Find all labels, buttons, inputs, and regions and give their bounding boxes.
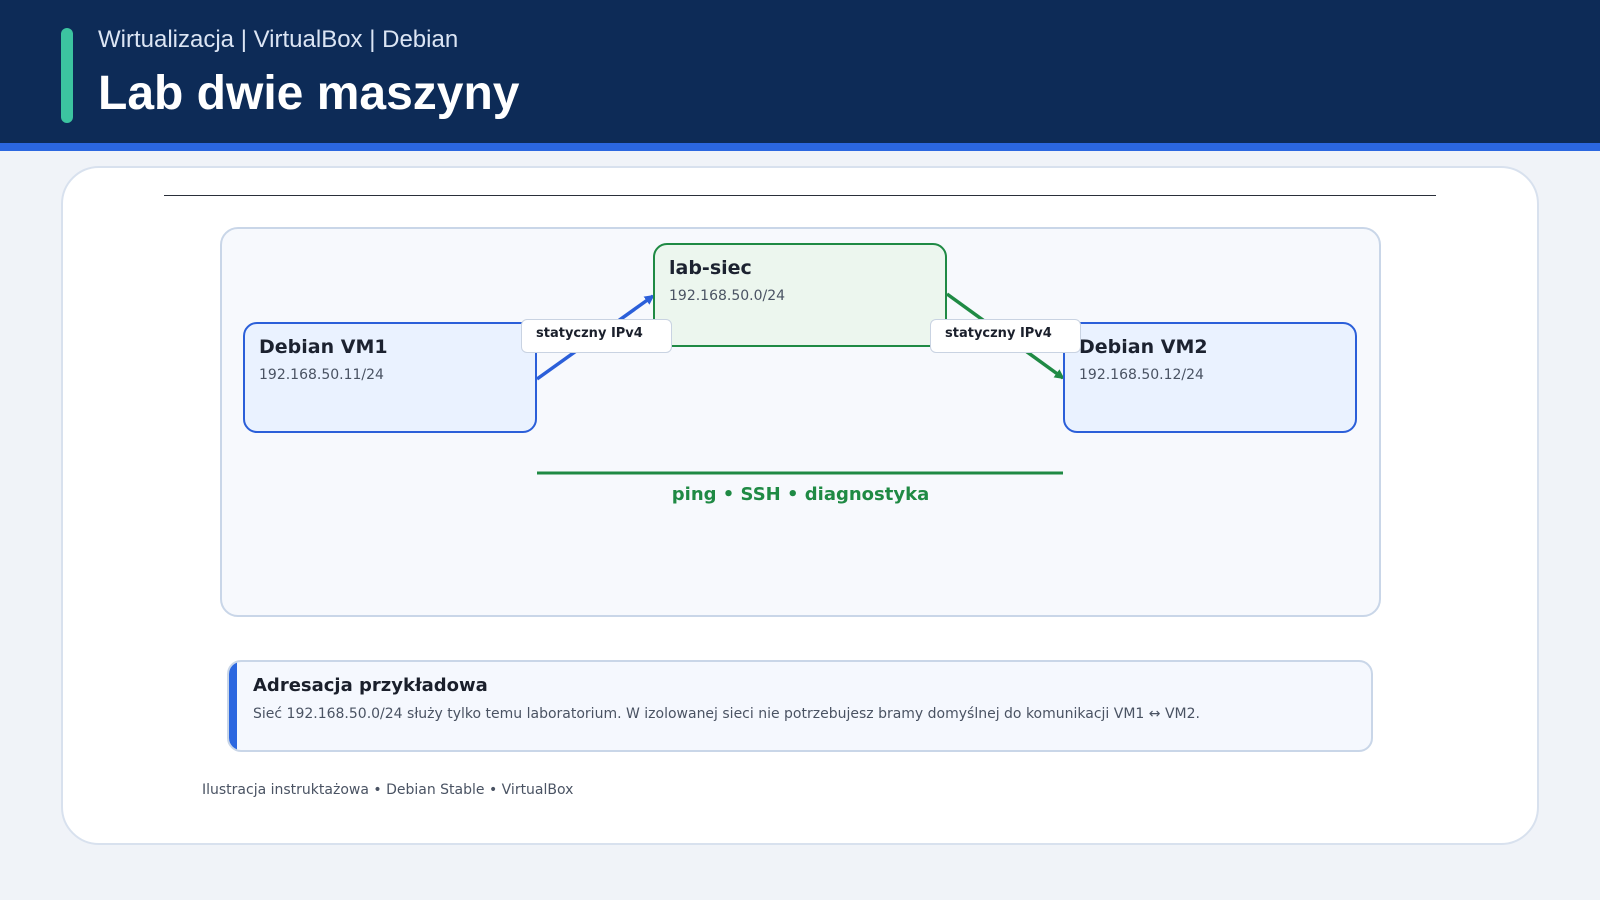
header-accent-bar	[61, 28, 73, 123]
vm2-title: Debian VM2	[1079, 336, 1208, 358]
vm1-ip: 192.168.50.11/24	[259, 367, 384, 383]
note-title: Adresacja przykładowa	[253, 675, 488, 696]
addressing-note: Adresacja przykładowa Sieć 192.168.50.0/…	[227, 660, 1373, 752]
divider	[164, 195, 1436, 196]
vm2-ip: 192.168.50.12/24	[1079, 367, 1204, 383]
connection-label: ping • SSH • diagnostyka	[671, 484, 930, 505]
page-title: Lab dwie maszyny	[98, 67, 520, 120]
edge-label-left: statyczny IPv4	[521, 319, 672, 353]
note-text: Sieć 192.168.50.0/24 służy tylko temu la…	[253, 706, 1200, 722]
vm-node-debian-vm1: Debian VM1 192.168.50.11/24	[243, 322, 537, 433]
network-node-lab-siec: lab-siec 192.168.50.0/24	[653, 243, 947, 347]
header-stripe	[0, 143, 1600, 151]
network-node-title: lab-siec	[669, 257, 752, 279]
note-accent-bar	[229, 662, 237, 750]
vm1-title: Debian VM1	[259, 336, 388, 358]
edge-label-right: statyczny IPv4	[930, 319, 1081, 353]
footer-caption: Ilustracja instruktażowa • Debian Stable…	[202, 782, 574, 798]
vm-node-debian-vm2: Debian VM2 192.168.50.12/24	[1063, 322, 1357, 433]
header-subtitle: Wirtualizacja | VirtualBox | Debian	[98, 26, 459, 53]
network-node-ip: 192.168.50.0/24	[669, 288, 786, 304]
